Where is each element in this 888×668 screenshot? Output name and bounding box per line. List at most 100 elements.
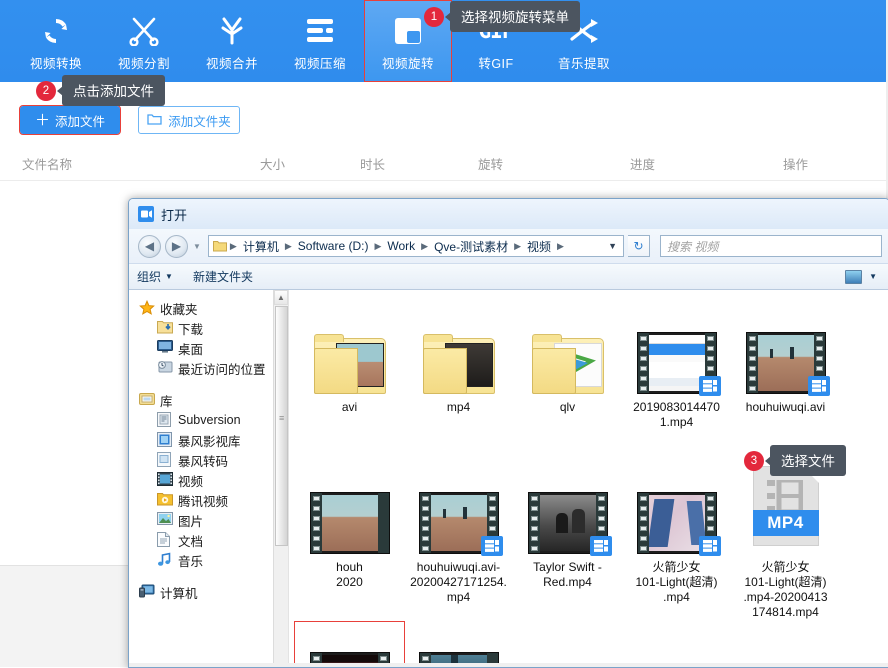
file-item-houhuiwuqi-clipped[interactable]: houh 2020 <box>295 462 404 622</box>
dialog-title-bar: 打开 <box>129 199 888 229</box>
file-item-zhangbichen-selected[interactable]: 张碧晨 - 今后我 与自己流浪.mp4 <box>294 621 405 663</box>
convert-icon <box>40 11 72 51</box>
navigation-pane: 收藏夹 下载 桌面 最近访问的位置 库 Subversion 暴风影视库 暴风转… <box>129 290 289 663</box>
chevron-down-icon[interactable]: ▼ <box>608 241 620 251</box>
scroll-up-icon[interactable]: ▲ <box>274 290 288 305</box>
address-bar[interactable]: ▶ 计算机 ▶ Software (D:) ▶ Work ▶ Qve-测试素材 … <box>207 235 624 257</box>
nav-item-label: 计算机 <box>160 586 198 601</box>
documents-icon <box>157 532 173 548</box>
view-controls: ▼ <box>845 269 881 284</box>
nav-item-music[interactable]: 音乐 <box>135 550 288 570</box>
column-header-size: 大小 <box>260 158 286 172</box>
mp4-doc-thumbnail: MP4 <box>752 466 819 554</box>
star-icon <box>139 299 155 316</box>
history-dropdown-icon[interactable]: ▼ <box>193 242 201 251</box>
toolbar-item-video-convert[interactable]: 视频转换 <box>12 0 100 82</box>
file-item-video-201908301447001[interactable]: 2019083014470 1.mp4 <box>622 302 731 462</box>
computer-icon <box>139 584 155 600</box>
nav-item-video[interactable]: 视频 <box>135 470 288 490</box>
nav-item-label: 图片 <box>178 514 204 529</box>
nav-item-label: 暴风影视库 <box>178 434 241 449</box>
file-item-folder-avi[interactable]: avi <box>295 302 404 462</box>
nav-group-computer[interactable]: 计算机 <box>135 582 288 602</box>
nav-item-pictures[interactable]: 图片 <box>135 510 288 530</box>
back-arrow-icon[interactable]: ◀ <box>138 234 161 258</box>
toolbar-item-video-compress[interactable]: 视频压缩 <box>276 0 364 82</box>
file-item-taylor-swift-red[interactable]: Taylor Swift - Red.mp4 <box>513 462 622 622</box>
callout-text: 点击添加文件 <box>57 75 165 106</box>
toolbar-item-video-split[interactable]: 视频分割 <box>100 0 188 82</box>
film-strip-icon <box>745 332 830 396</box>
video-overlay-icon <box>698 536 721 556</box>
search-input[interactable]: 搜索 视频 <box>660 235 882 257</box>
file-list-pane: avi mp4 qlv 2019083014470 1.mp4 houhuiwu… <box>289 290 888 663</box>
folder-thumbnail <box>531 306 604 394</box>
breadcrumb-computer[interactable]: 计算机 <box>240 237 282 256</box>
file-item-light-mp4-20200413[interactable]: MP4 火箭少女 101-Light(超清) .mp4-20200413 174… <box>731 462 840 622</box>
column-header-duration: 时长 <box>360 158 386 172</box>
refresh-icon[interactable]: ↻ <box>628 235 650 257</box>
file-name: houh 2020 <box>336 560 363 589</box>
file-item-houhuiwuqi-avi[interactable]: houhuiwuqi.avi <box>731 302 840 462</box>
video-thumbnail <box>636 306 721 396</box>
nav-item-desktop[interactable]: 桌面 <box>135 338 288 358</box>
toolbar-item-label: 音乐提取 <box>557 56 610 71</box>
desktop-icon <box>157 340 173 356</box>
nav-item-downloads[interactable]: 下载 <box>135 318 288 338</box>
column-header-action: 操作 <box>783 158 809 172</box>
tencent-video-icon <box>157 492 173 508</box>
file-item-light-mp4[interactable]: 火箭少女 101-Light(超清) .mp4 <box>622 462 731 622</box>
view-mode-icon[interactable] <box>845 269 863 284</box>
file-item-folder-qlv[interactable]: qlv <box>513 302 622 462</box>
organize-button[interactable]: 组织 ▼ <box>137 268 173 285</box>
header-divider <box>0 180 888 181</box>
organize-label: 组织 <box>137 270 162 284</box>
chevron-down-icon[interactable]: ▼ <box>869 272 877 281</box>
nav-item-subversion[interactable]: Subversion <box>135 410 288 430</box>
nav-item-baofeng-transcode[interactable]: 暴风转码 <box>135 450 288 470</box>
scrollbar-thumb[interactable] <box>275 306 288 546</box>
add-file-button[interactable]: ＋ 添加文件 <box>19 105 121 135</box>
nav-item-label: Subversion <box>178 413 241 427</box>
file-item-folder-mp4[interactable]: mp4 <box>404 302 513 462</box>
nav-pane-scrollbar[interactable]: ▲ <box>273 290 288 663</box>
nav-group-favorites[interactable]: 收藏夹 <box>135 298 288 318</box>
address-separator: ▶ <box>514 240 522 251</box>
nav-item-label: 音乐 <box>178 554 204 569</box>
nav-item-label: 文档 <box>178 534 204 549</box>
file-item-zhoujielun-clipped[interactable]: 周杰伦 (wit 信)( <box>404 622 513 663</box>
music-icon <box>157 552 173 568</box>
toolbar-item-label: 视频转换 <box>29 56 82 71</box>
nav-item-tencent-video[interactable]: 腾讯视频 <box>135 490 288 510</box>
dialog-nav-bar: ◀ ▶ ▼ ▶ 计算机 ▶ Software (D:) ▶ Work ▶ Qve… <box>129 229 888 263</box>
nav-item-documents[interactable]: 文档 <box>135 530 288 550</box>
new-folder-button[interactable]: 新建文件夹 <box>193 268 253 285</box>
toolbar-item-video-merge[interactable]: 视频合并 <box>188 0 276 82</box>
nav-item-label: 视频 <box>178 474 204 489</box>
breadcrumb-software-d[interactable]: Software (D:) <box>295 238 372 254</box>
nav-item-recent-places[interactable]: 最近访问的位置 <box>135 358 288 378</box>
recent-places-icon <box>157 360 173 376</box>
breadcrumb-video[interactable]: 视频 <box>524 237 554 256</box>
column-header-rotate: 旋转 <box>478 158 504 172</box>
address-separator: ▶ <box>229 240 237 251</box>
nav-item-label: 桌面 <box>178 342 204 357</box>
file-name: qlv <box>559 400 576 414</box>
nav-group-libraries[interactable]: 库 <box>135 390 288 410</box>
folder-thumbnail <box>313 306 386 394</box>
nav-item-label: 最近访问的位置 <box>178 362 266 377</box>
add-file-label: 添加文件 <box>55 114 106 129</box>
film-strip-icon <box>636 332 721 396</box>
forward-arrow-icon[interactable]: ▶ <box>165 234 188 258</box>
rotate-icon <box>393 11 423 51</box>
file-item-houhuiwuqi-20200427[interactable]: houhuiwuqi.avi- 20200427171254.mp4 <box>404 462 513 622</box>
mp4-file-icon: MP4 <box>752 466 819 546</box>
video-thumbnail <box>418 466 503 556</box>
breadcrumb-qve[interactable]: Qve-测试素材 <box>431 237 511 256</box>
file-name: houhuiwuqi.avi- 20200427171254.mp4 <box>410 560 507 604</box>
nav-item-baofeng-video[interactable]: 暴风影视库 <box>135 430 288 450</box>
file-name: mp4 <box>446 400 471 414</box>
breadcrumb-work[interactable]: Work <box>384 238 418 254</box>
add-folder-button[interactable]: 添加文件夹 <box>138 106 240 134</box>
callout-step-1: 1 选择视频旋转菜单 <box>424 1 580 32</box>
